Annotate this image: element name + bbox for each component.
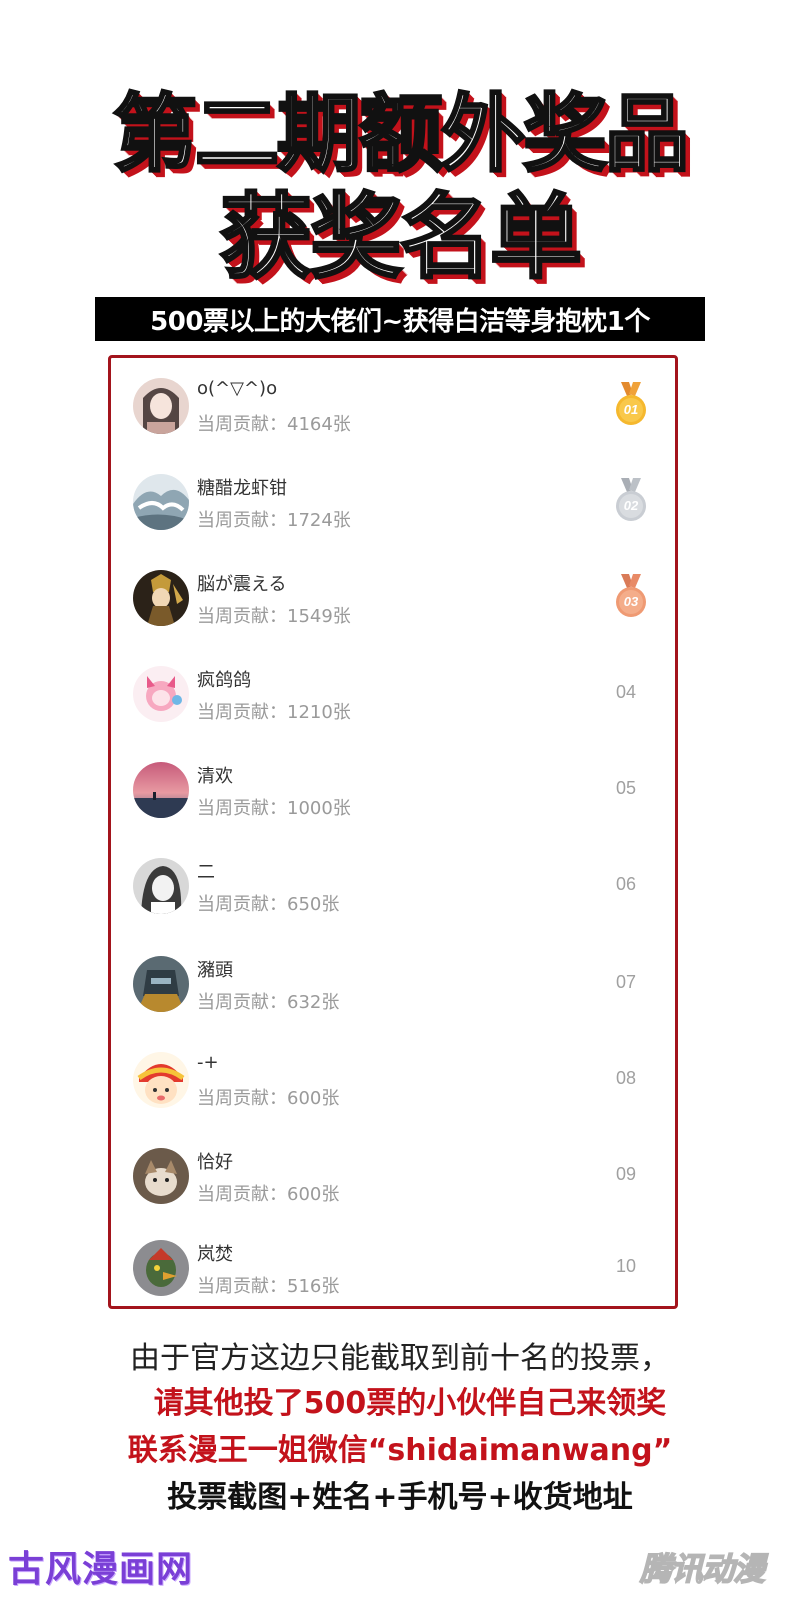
avatar[interactable] bbox=[133, 1052, 189, 1108]
username: 脳が震える bbox=[197, 574, 287, 595]
username: 清欢 bbox=[197, 766, 233, 787]
avatar[interactable] bbox=[133, 1148, 189, 1204]
username: 疯鸽鸽 bbox=[197, 670, 251, 691]
rank-number: 10 bbox=[616, 1256, 637, 1276]
weekly-contribution: 当周贡献：650张 bbox=[197, 894, 340, 915]
weekly-contribution: 当周贡献：516张 bbox=[197, 1276, 340, 1297]
list-item[interactable]: 瀦頭 当周贡献：632张 07 bbox=[111, 948, 675, 1018]
rank-number: 07 bbox=[616, 972, 637, 992]
bronze-medal-icon: 03 bbox=[611, 574, 651, 622]
avatar[interactable] bbox=[133, 666, 189, 722]
subtitle-text: 500票以上的大佬们~获得白洁等身抱枕1个 bbox=[150, 306, 650, 337]
weekly-contribution: 当周贡献：600张 bbox=[197, 1088, 340, 1109]
list-item[interactable]: 糖醋龙虾钳 当周贡献：1724张 02 bbox=[111, 466, 675, 536]
weekly-contribution: 当周贡献：1210张 bbox=[197, 702, 351, 723]
note-line-2: 请其他投了500票的小伙伴自己来领奖 bbox=[153, 1386, 667, 1421]
username: o(^▽^)o bbox=[197, 378, 278, 399]
rank-number: 08 bbox=[616, 1068, 637, 1088]
note-line-1: 由于官方这边只能截取到前十名的投票， bbox=[130, 1341, 670, 1376]
list-item[interactable]: 疯鸽鸽 当周贡献：1210张 04 bbox=[111, 658, 675, 728]
username: 岚焚 bbox=[197, 1244, 233, 1265]
rank-number: 01 bbox=[623, 402, 639, 417]
note-line-3: 联系漫王一姐微信“shidaimanwang” bbox=[127, 1433, 673, 1468]
ranking-list: o(^▽^)o 当周贡献：4164张 01 糖醋龙虾钳 当周贡献：1724张 0… bbox=[108, 355, 678, 1309]
weekly-contribution: 当周贡献：1000张 bbox=[197, 798, 351, 819]
note-line-4: 投票截图+姓名+手机号+收货地址 bbox=[167, 1480, 633, 1515]
list-item[interactable]: 脳が震える 当周贡献：1549张 03 bbox=[111, 562, 675, 632]
username: 糖醋龙虾钳 bbox=[197, 478, 287, 499]
list-item[interactable]: 二 当周贡献：650张 06 bbox=[111, 850, 675, 920]
rank-number: 06 bbox=[616, 874, 637, 894]
rank-number: 04 bbox=[616, 682, 637, 702]
rank-number: 09 bbox=[616, 1164, 637, 1184]
silver-medal-icon: 02 bbox=[611, 478, 651, 526]
avatar[interactable] bbox=[133, 956, 189, 1012]
weekly-contribution: 当周贡献：1724张 bbox=[197, 510, 351, 531]
weekly-contribution: 当周贡献：600张 bbox=[197, 1184, 340, 1205]
title-line-2: 获奖名单 bbox=[218, 184, 583, 291]
username: -+ bbox=[197, 1052, 219, 1073]
weekly-contribution: 当周贡献：632张 bbox=[197, 992, 340, 1013]
rank-number: 02 bbox=[623, 498, 639, 513]
avatar[interactable] bbox=[133, 378, 189, 434]
list-item[interactable]: o(^▽^)o 当周贡献：4164张 01 bbox=[111, 370, 675, 440]
username: 恰好 bbox=[197, 1152, 233, 1173]
rank-number: 05 bbox=[616, 778, 637, 798]
rank-number: 03 bbox=[623, 594, 639, 609]
avatar[interactable] bbox=[133, 762, 189, 818]
weekly-contribution: 当周贡献：1549张 bbox=[197, 606, 351, 627]
title-line-1: 第二期额外奖品 bbox=[111, 85, 690, 183]
avatar[interactable] bbox=[133, 858, 189, 914]
list-item[interactable]: 岚焚 当周贡献：516张 10 bbox=[111, 1232, 675, 1302]
site-watermark-right: 腾讯动漫 bbox=[639, 1549, 766, 1589]
weekly-contribution: 当周贡献：4164张 bbox=[197, 414, 351, 435]
avatar[interactable] bbox=[133, 570, 189, 626]
avatar[interactable] bbox=[133, 474, 189, 530]
site-watermark-left: 古风漫画网 bbox=[8, 1549, 194, 1590]
list-item[interactable]: 恰好 当周贡献：600张 09 bbox=[111, 1140, 675, 1210]
list-item[interactable]: -+ 当周贡献：600张 08 bbox=[111, 1044, 675, 1114]
avatar[interactable] bbox=[133, 1240, 189, 1296]
gold-medal-icon: 01 bbox=[611, 382, 651, 430]
username: 二 bbox=[197, 862, 215, 883]
username: 瀦頭 bbox=[197, 960, 233, 981]
list-item[interactable]: 清欢 当周贡献：1000张 05 bbox=[111, 754, 675, 824]
subtitle-banner: 500票以上的大佬们~获得白洁等身抱枕1个 bbox=[95, 297, 705, 341]
